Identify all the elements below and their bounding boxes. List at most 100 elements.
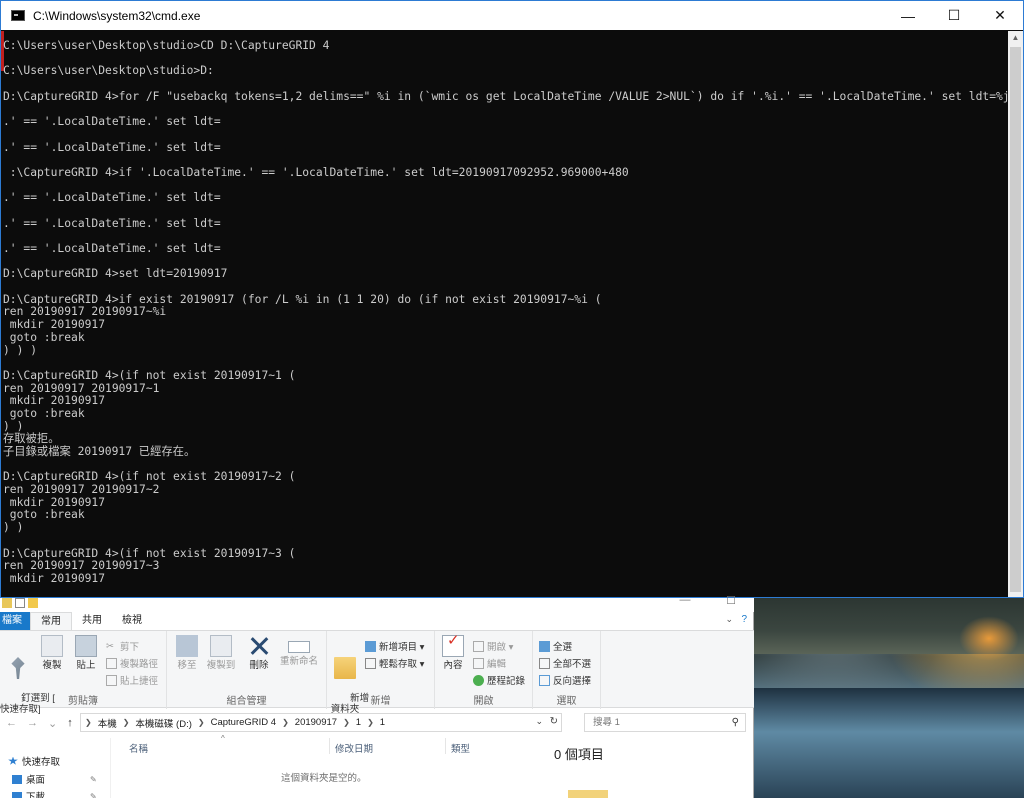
easy-access-icon <box>365 657 376 669</box>
paste-button[interactable]: 貼上 <box>72 635 100 671</box>
delete-button[interactable]: 刪除 <box>245 635 273 671</box>
console-line: goto :break <box>3 406 85 420</box>
file-list[interactable]: ^ 名稱 修改日期 類型 這個資料夾是空的。 <box>110 734 548 798</box>
properties-icon <box>442 635 464 657</box>
explorer-window[interactable]: — ☐ 檔案 常用 共用 檢視 ⌄ ? 釘選到 [ 快速存取] 複製 貼上 ✂ … <box>0 594 754 798</box>
console-line: mkdir 20190917 <box>3 495 106 509</box>
help-icon[interactable]: ? <box>741 614 747 625</box>
refresh-icon[interactable]: ↻ <box>550 716 558 727</box>
column-type[interactable]: 類型 <box>451 741 470 755</box>
ribbon-tabs: 檔案 常用 共用 檢視 <box>0 612 152 630</box>
explorer-minimize-button[interactable]: — <box>662 594 708 612</box>
new-folder-icon <box>334 657 356 679</box>
rename-icon <box>288 641 310 653</box>
cmd-window[interactable]: C:\Windows\system32\cmd.exe — ☐ ✕ C:\Use… <box>0 0 1024 598</box>
tab-view[interactable]: 檢視 <box>112 612 152 630</box>
close-button[interactable]: ✕ <box>977 1 1023 30</box>
breadcrumb-folder-1-inner[interactable]: 1 <box>380 717 385 728</box>
console-line: .' == '.LocalDateTime.' set ldt= <box>3 140 221 154</box>
clipboard-group-label: 剪貼簿 <box>68 696 98 707</box>
chevron-right-icon: ❯ <box>343 718 350 727</box>
column-divider[interactable] <box>329 738 330 754</box>
edit-button[interactable]: 編輯 <box>473 656 506 670</box>
copy-to-button[interactable]: 複製到 <box>203 635 239 671</box>
copy-button[interactable]: 複製 <box>38 635 66 671</box>
chevron-right-icon: ❯ <box>197 718 205 727</box>
breadcrumb-date-folder[interactable]: 20190917 <box>295 717 337 728</box>
console-icon[interactable] <box>11 10 25 21</box>
invert-selection-button[interactable]: 反向選擇 <box>539 673 591 687</box>
history-icon <box>473 674 484 686</box>
breadcrumb-folder-1[interactable]: 1 <box>356 717 361 728</box>
nav-item-quick-access[interactable]: 快速存取 <box>8 754 60 768</box>
console-line: .' == '.LocalDateTime.' set ldt= <box>3 216 221 230</box>
address-dropdown-icon[interactable]: ⌄ <box>535 716 543 727</box>
folder-preview-icon <box>568 790 608 798</box>
new-item-button[interactable]: 新增項目 ▾ <box>365 639 424 653</box>
copy-label: 複製 <box>42 660 62 671</box>
properties-button[interactable]: 內容 <box>439 635 467 671</box>
history-label: 歷程記錄 <box>487 676 526 687</box>
forward-arrow-icon[interactable]: → <box>27 717 38 730</box>
explorer-titlebar[interactable]: — ☐ <box>0 594 754 612</box>
minimize-button[interactable]: — <box>885 1 931 30</box>
scroll-up-icon[interactable]: ▲ <box>1008 31 1023 45</box>
up-arrow-icon[interactable]: ↑ <box>67 717 73 730</box>
properties-qat-icon[interactable] <box>15 598 25 608</box>
paste-shortcut-icon <box>106 674 117 686</box>
paste-shortcut-button[interactable]: 貼上捷徑 <box>106 673 158 687</box>
recent-chevron-icon[interactable]: ⌄ <box>48 717 57 730</box>
cmd-titlebar[interactable]: C:\Windows\system32\cmd.exe — ☐ ✕ <box>1 1 1023 30</box>
copy-icon <box>41 635 63 657</box>
open-icon <box>473 640 484 652</box>
navigation-pane: 快速存取 桌面 ✎ 下載 ✎ <box>0 738 108 798</box>
history-button[interactable]: 歷程記錄 <box>473 673 525 687</box>
console-line: D:\CaptureGRID 4>set ldt=20190917 <box>3 267 228 281</box>
search-icon[interactable]: ⚲ <box>732 714 739 731</box>
column-divider[interactable] <box>445 738 446 754</box>
breadcrumb-capturegrid[interactable]: CaptureGRID 4 <box>211 717 276 728</box>
cmd-scrollbar[interactable]: ▲ <box>1008 31 1023 597</box>
scrollbar-thumb[interactable] <box>1010 47 1021 592</box>
address-bar[interactable]: ❯ 本機 ❯ 本機磁碟 (D:) ❯ CaptureGRID 4 ❯ 20190… <box>80 713 562 732</box>
back-arrow-icon[interactable]: ← <box>6 717 17 730</box>
console-line: ) ) <box>3 521 24 535</box>
copy-path-label: 複製路徑 <box>120 659 159 670</box>
select-all-button[interactable]: 全選 <box>539 639 572 653</box>
nav-item-downloads[interactable]: 下載 ✎ <box>12 789 97 798</box>
edit-icon <box>473 657 484 669</box>
details-pane: 0 個項目 <box>548 738 754 798</box>
breadcrumb-this-pc[interactable]: 本機 <box>98 716 117 730</box>
chevron-down-icon[interactable]: ⌄ <box>725 614 733 625</box>
rename-button[interactable]: 重新命名 <box>277 635 321 667</box>
column-name[interactable]: 名稱 <box>129 741 148 755</box>
search-input[interactable]: 搜尋 1 ⚲ <box>584 713 746 732</box>
breadcrumb-local-disk[interactable]: 本機磁碟 (D:) <box>135 716 191 730</box>
tab-file[interactable]: 檔案 <box>0 612 30 630</box>
easy-access-button[interactable]: 輕鬆存取 ▾ <box>365 656 424 670</box>
copy-path-button[interactable]: 複製路徑 <box>106 656 158 670</box>
star-icon <box>8 756 18 765</box>
column-date-modified[interactable]: 修改日期 <box>335 741 373 755</box>
copy-path-icon <box>106 657 117 669</box>
desktop-icon <box>12 774 22 784</box>
desktop-wallpaper <box>754 596 1024 798</box>
console-line: ) ) <box>3 419 24 433</box>
maximize-button[interactable]: ☐ <box>931 1 977 30</box>
new-folder-qat-icon[interactable] <box>28 598 38 608</box>
console-line: .' == '.LocalDateTime.' set ldt= <box>3 242 221 255</box>
cut-button[interactable]: ✂ 剪下 <box>106 639 139 654</box>
organize-group-label: 組合管理 <box>226 696 267 707</box>
nav-item-desktop[interactable]: 桌面 ✎ <box>12 772 97 786</box>
console-output[interactable]: C:\Users\user\Desktop\studio>CD D:\Captu… <box>1 31 1009 597</box>
move-to-button[interactable]: 移至 <box>173 635 201 671</box>
open-button[interactable]: 開啟 ▾ <box>473 639 513 653</box>
search-placeholder: 搜尋 1 <box>593 717 620 728</box>
select-none-button[interactable]: 全部不選 <box>539 656 591 670</box>
explorer-maximize-button[interactable]: ☐ <box>708 594 754 612</box>
tab-home[interactable]: 常用 <box>30 612 72 630</box>
tab-share[interactable]: 共用 <box>72 612 112 630</box>
